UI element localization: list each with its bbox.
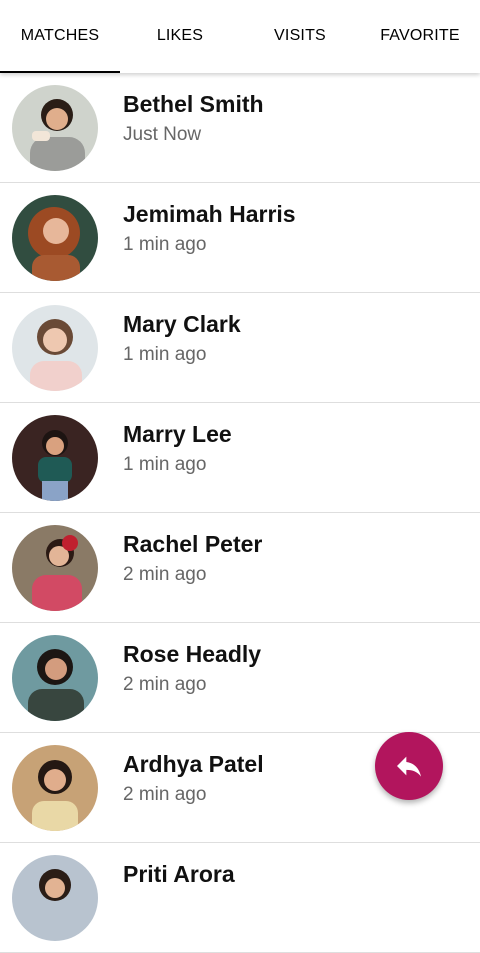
match-time: 1 min ago — [123, 234, 207, 255]
avatar — [12, 855, 98, 941]
reply-button[interactable] — [375, 732, 443, 800]
avatar — [12, 305, 98, 391]
match-row[interactable]: Bethel Smith Just Now — [0, 73, 480, 183]
avatar — [12, 525, 98, 611]
match-time: 1 min ago — [123, 344, 207, 365]
match-name: Priti Arora — [123, 861, 235, 887]
tab-matches[interactable]: MATCHES — [0, 0, 120, 73]
tab-visits[interactable]: VISITS — [240, 0, 360, 73]
match-name: Rachel Peter — [123, 531, 263, 557]
avatar — [12, 745, 98, 831]
avatar — [12, 195, 98, 281]
tab-likes[interactable]: LIKES — [120, 0, 240, 73]
avatar — [12, 85, 98, 171]
reply-icon — [397, 756, 421, 777]
match-time: Just Now — [123, 124, 202, 145]
match-row[interactable]: Mary Clark 1 min ago — [0, 293, 480, 403]
avatar — [12, 635, 98, 721]
match-row[interactable]: Rose Headly 2 min ago — [0, 623, 480, 733]
match-time: 2 min ago — [123, 674, 207, 695]
match-time: 1 min ago — [123, 454, 207, 475]
match-row[interactable]: Marry Lee 1 min ago — [0, 403, 480, 513]
matches-list: Bethel Smith Just Now Jemimah Harris 1 m… — [0, 73, 480, 953]
avatar — [12, 415, 98, 501]
match-name: Rose Headly — [123, 641, 262, 667]
match-name: Ardhya Patel — [123, 751, 264, 777]
match-name: Marry Lee — [123, 421, 232, 447]
match-time: 2 min ago — [123, 784, 207, 805]
match-name: Jemimah Harris — [123, 201, 296, 227]
tab-favorite[interactable]: FAVORITE — [360, 0, 480, 73]
tab-bar: MATCHES LIKES VISITS FAVORITE — [0, 0, 480, 73]
match-name: Mary Clark — [123, 311, 241, 337]
match-time: 2 min ago — [123, 564, 207, 585]
match-row[interactable]: Rachel Peter 2 min ago — [0, 513, 480, 623]
match-row[interactable]: Jemimah Harris 1 min ago — [0, 183, 480, 293]
match-row[interactable]: Priti Arora — [0, 843, 480, 953]
match-name: Bethel Smith — [123, 91, 264, 117]
